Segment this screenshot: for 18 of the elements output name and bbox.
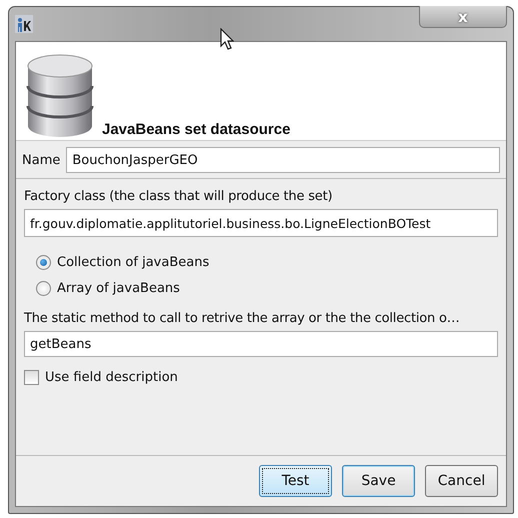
dialog-heading: JavaBeans set datasource bbox=[102, 121, 290, 140]
use-field-description-label: Use field description bbox=[45, 370, 178, 384]
static-method-field[interactable]: getBeans bbox=[24, 331, 498, 357]
factory-class-field[interactable]: fr.gouv.diplomatie.applitutoriel.business.bo.LigneElectionBOTest bbox=[24, 209, 498, 237]
name-label: Name bbox=[22, 152, 60, 168]
app-icon bbox=[15, 15, 33, 33]
dialog-button[interactable]: Test bbox=[259, 465, 332, 497]
dialog-button[interactable]: Save bbox=[342, 465, 415, 497]
name-field[interactable]: BouchonJasperGEO bbox=[66, 147, 500, 173]
dialog-button[interactable]: Cancel bbox=[425, 465, 498, 497]
radio-label: Array of javaBeans bbox=[57, 280, 180, 296]
static-method-label: The static method to call to retrive the array or the the collection o… bbox=[24, 311, 461, 326]
use-field-description-checkbox[interactable] bbox=[24, 370, 39, 384]
factory-class-label: Factory class (the class that will produce the set) bbox=[24, 189, 334, 204]
radio-button[interactable] bbox=[36, 254, 51, 270]
radio-button[interactable] bbox=[36, 280, 51, 296]
database-icon bbox=[24, 52, 96, 140]
radio-label: Collection of javaBeans bbox=[57, 254, 210, 270]
